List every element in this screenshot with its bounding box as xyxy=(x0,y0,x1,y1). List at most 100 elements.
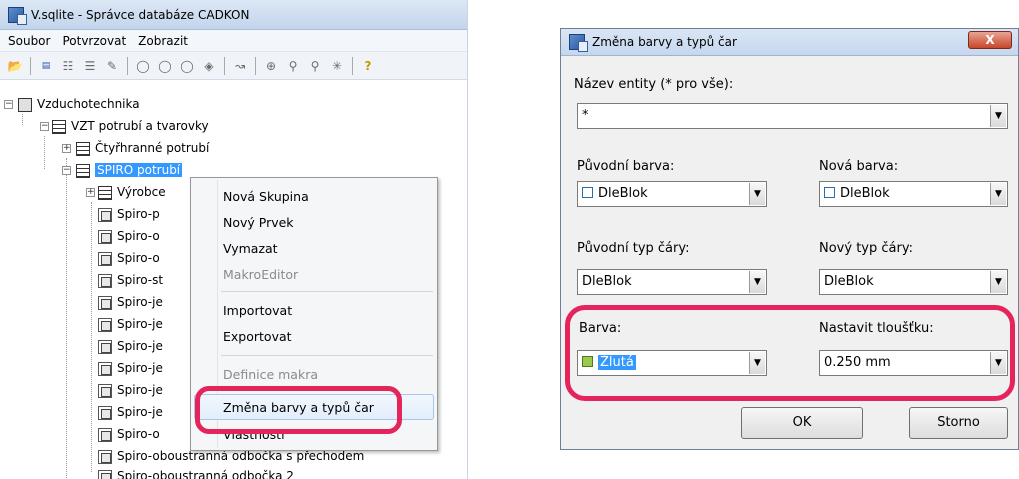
block-icon-2[interactable]: ◯ xyxy=(156,57,174,75)
menu-item-label: MakroEditor xyxy=(223,267,299,282)
item-icon xyxy=(98,470,112,479)
tree-label: Spiro-oboustranná odbočka s přechodem xyxy=(117,449,365,463)
collapse-icon[interactable]: − xyxy=(40,122,49,131)
tree-node-ctyrhranne[interactable]: + Čtyřhranné potrubí xyxy=(0,138,467,160)
item-icon xyxy=(98,274,112,288)
entity-name-combo[interactable]: * ▼ xyxy=(577,103,1008,129)
new-color-value: DleBlok xyxy=(840,186,890,201)
cancel-button[interactable]: Storno xyxy=(909,407,1008,439)
block-icon-1[interactable]: ◯ xyxy=(134,57,152,75)
zoom-icon[interactable]: ⊕ xyxy=(262,57,280,75)
item-icon xyxy=(98,230,112,244)
toolbar-separator xyxy=(30,56,31,75)
database-tree: − Vzduchotechnika − VZT potrubí a tvarov… xyxy=(0,94,467,479)
collapse-icon[interactable]: − xyxy=(4,100,13,109)
menu-item-label: Nový Prvek xyxy=(223,215,294,230)
tree-node-root[interactable]: − Vzduchotechnika xyxy=(0,94,467,116)
tree-label: Spiro-o xyxy=(117,427,160,441)
orig-linetype-label: Původní typ čáry: xyxy=(577,241,690,256)
expand-icon[interactable]: + xyxy=(62,144,71,153)
tree-node-item[interactable]: Spiro-oboustranná odbočka 2 xyxy=(0,466,467,479)
menu-item-exportovat[interactable]: Exportovat xyxy=(191,324,437,350)
app-icon xyxy=(569,34,588,52)
orig-color-value: DleBlok xyxy=(598,186,648,201)
tree-view-icon[interactable]: ☷ xyxy=(59,57,77,75)
color-swatch-icon xyxy=(582,187,593,198)
tree-node-vzt[interactable]: − VZT potrubí a tvarovky xyxy=(0,116,467,138)
menu-soubor[interactable]: Soubor xyxy=(8,34,50,48)
menu-item-label: Vymazat xyxy=(223,241,278,256)
menu-zobrazit[interactable]: Zobrazit xyxy=(138,34,188,48)
toolbar-separator xyxy=(352,56,353,75)
window-titlebar: V.sqlite - Správce databáze CADKON xyxy=(0,0,467,30)
tree-label: VZT potrubí a tvarovky xyxy=(71,119,209,133)
menu-item-importovat[interactable]: Importovat xyxy=(191,298,437,324)
tree-label: Spiro-je xyxy=(117,339,163,353)
open-folder-icon[interactable]: 📂 xyxy=(6,57,24,75)
item-icon xyxy=(98,406,112,420)
chevron-down-icon[interactable]: ▼ xyxy=(749,183,765,205)
group-icon xyxy=(52,120,66,134)
chevron-down-icon[interactable]: ▼ xyxy=(749,271,765,293)
orig-linetype-combo[interactable]: DleBlok ▼ xyxy=(577,269,767,295)
new-color-label: Nová barva: xyxy=(819,159,899,174)
new-color-combo[interactable]: DleBlok ▼ xyxy=(819,181,1008,207)
search-icon[interactable]: ⚲ xyxy=(284,57,302,75)
database-manager-window: V.sqlite - Správce databáze CADKON Soubo… xyxy=(0,0,468,479)
menu-item-definice-makra[interactable]: Definice makra xyxy=(191,362,437,388)
orig-color-combo[interactable]: DleBlok ▼ xyxy=(577,181,767,207)
chevron-down-icon[interactable]: ▼ xyxy=(990,183,1006,205)
block-icon-3[interactable]: ◯ xyxy=(178,57,196,75)
item-icon xyxy=(98,296,112,310)
ok-button[interactable]: OK xyxy=(741,407,863,439)
orig-linetype-value: DleBlok xyxy=(582,274,632,289)
item-icon xyxy=(98,340,112,354)
menu-item-makroeditor[interactable]: MakroEditor xyxy=(191,262,437,288)
tree-label: Výrobce xyxy=(117,185,166,199)
help-icon[interactable]: ? xyxy=(359,57,377,75)
menu-item-label: Importovat xyxy=(223,303,293,318)
change-color-dialog: Změna barvy a typů čar X Název entity (*… xyxy=(560,28,1019,450)
menu-separator xyxy=(221,291,433,292)
close-button[interactable]: X xyxy=(968,31,1012,49)
menu-item-nova-skupina[interactable]: Nová Skupina xyxy=(191,184,437,210)
list-view-icon[interactable]: ☰ xyxy=(81,57,99,75)
star-icon[interactable]: ✳ xyxy=(328,57,346,75)
group-icon xyxy=(98,186,112,200)
orig-color-value-wrap: DleBlok xyxy=(582,186,648,201)
item-icon xyxy=(98,428,112,442)
menu-bar: Soubor Potvrzovat Zobrazit xyxy=(0,30,467,52)
entity-name-value: * xyxy=(582,108,589,123)
chevron-down-icon[interactable]: ▼ xyxy=(990,105,1006,127)
menu-item-novy-prvek[interactable]: Nový Prvek xyxy=(191,210,437,236)
menu-separator xyxy=(221,355,433,356)
menu-item-vymazat[interactable]: Vymazat xyxy=(191,236,437,262)
new-linetype-value: DleBlok xyxy=(824,274,874,289)
entity-name-label: Název entity (* pro vše): xyxy=(574,77,734,92)
item-icon xyxy=(98,384,112,398)
block-icon-4[interactable]: ◈ xyxy=(200,57,218,75)
collapse-icon[interactable]: − xyxy=(62,166,71,175)
pick-icon[interactable]: ↝ xyxy=(231,57,249,75)
new-linetype-combo[interactable]: DleBlok ▼ xyxy=(819,269,1008,295)
tree-label: Spiro-je xyxy=(117,405,163,419)
tree-label: Spiro-je xyxy=(117,295,163,309)
menu-potvrzovat[interactable]: Potvrzovat xyxy=(62,34,126,48)
tree-label-selected: SPIRO potrubí xyxy=(95,163,183,177)
item-icon xyxy=(98,208,112,222)
tree-label: Spiro-st xyxy=(117,273,164,287)
app-icon xyxy=(8,6,27,25)
expand-icon[interactable]: + xyxy=(86,188,95,197)
orig-color-label: Původní barva: xyxy=(577,159,675,174)
item-icon xyxy=(98,252,112,266)
edit-icon[interactable]: ✎ xyxy=(103,57,121,75)
chevron-down-icon[interactable]: ▼ xyxy=(990,271,1006,293)
rename-icon[interactable]: ▤ xyxy=(37,57,55,75)
highlight-annotation xyxy=(195,386,402,434)
menu-item-label: Exportovat xyxy=(223,329,292,344)
tree-label: Spiro-je xyxy=(117,383,163,397)
toolbar-separator xyxy=(224,56,225,75)
window-title: V.sqlite - Správce databáze CADKON xyxy=(31,7,250,22)
tree-label: Čtyřhranné potrubí xyxy=(95,141,210,155)
search-plus-icon[interactable]: ⚲ xyxy=(306,57,324,75)
